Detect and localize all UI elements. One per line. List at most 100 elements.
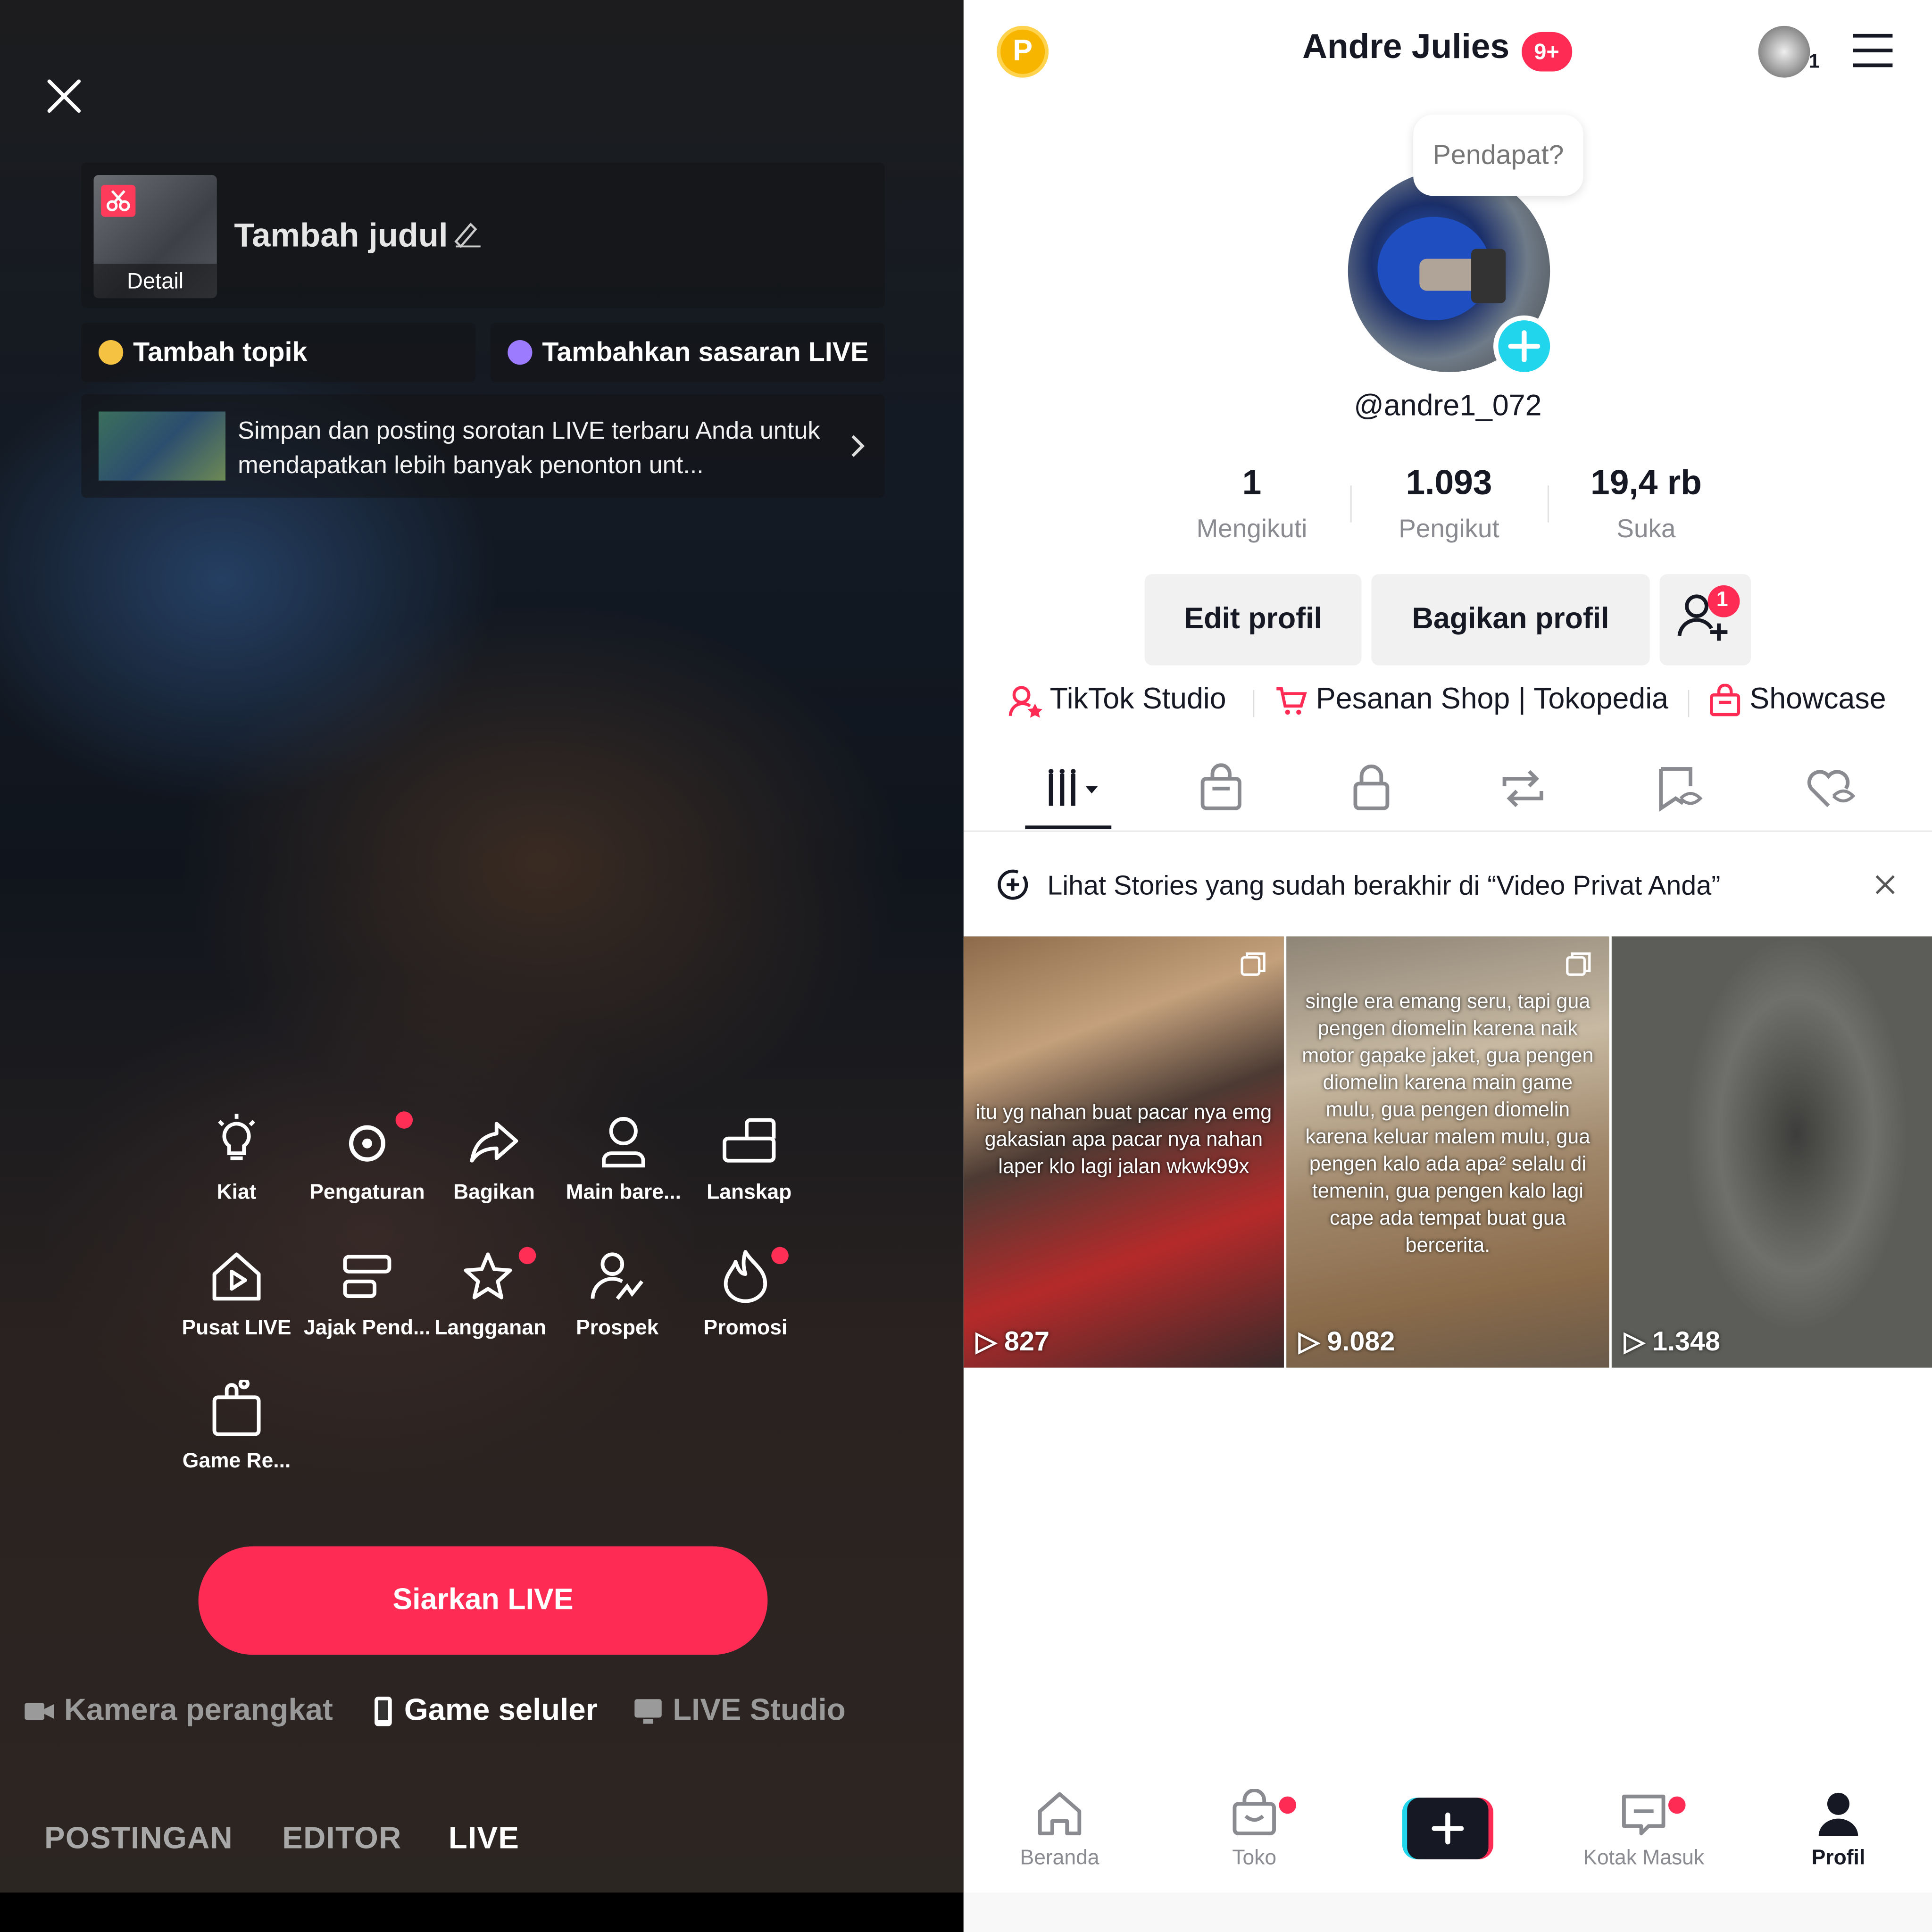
stat-label: Suka xyxy=(1616,515,1676,543)
videos-grid-tab-icon[interactable] xyxy=(1044,761,1100,816)
video-thumbnail[interactable]: itu yg nahan buat pacar nya emg gakasian… xyxy=(963,936,1284,1368)
mode-tab-live[interactable]: LIVE xyxy=(449,1821,519,1857)
prospect-icon xyxy=(591,1252,644,1300)
edit-profile-button[interactable]: Edit profil xyxy=(1144,574,1362,666)
tool-settings[interactable]: Pengaturan xyxy=(300,1111,435,1230)
tool-share[interactable]: Bagikan xyxy=(426,1111,562,1230)
chevron-right-icon xyxy=(851,435,865,457)
private-lock-tab-icon[interactable] xyxy=(1343,761,1399,816)
tool-subscription[interactable]: Langganan xyxy=(423,1247,558,1366)
star-subscribe-icon xyxy=(464,1252,512,1299)
go-live-button[interactable]: Siarkan LIVE xyxy=(198,1546,768,1655)
mode-tab-editor[interactable]: EDITOR xyxy=(282,1821,401,1857)
add-topic-label: Tambah topik xyxy=(133,336,308,367)
live-setup-panel: Detail Tambah judul Tambah topik Tambahk… xyxy=(0,0,964,1932)
video-thumbnail[interactable]: single era emang seru, tapi gua pengen d… xyxy=(1286,936,1609,1368)
multi-photo-icon xyxy=(1566,952,1591,976)
create-post-button[interactable] xyxy=(1402,1798,1494,1859)
liked-hidden-tab-icon[interactable] xyxy=(1801,761,1858,816)
tool-label: Pusat LIVE xyxy=(182,1316,291,1340)
tool-play-together[interactable]: Main bare... xyxy=(556,1111,691,1230)
view-count: ▷ 827 xyxy=(976,1326,1049,1358)
nav-label: Toko xyxy=(1232,1846,1277,1869)
account-count: 1 xyxy=(1808,51,1820,73)
link-divider xyxy=(1253,690,1255,717)
person-icon xyxy=(602,1116,645,1168)
add-topic-chip[interactable]: Tambah topik xyxy=(81,323,476,382)
showcase-link[interactable]: Showcase xyxy=(1708,683,1886,718)
tool-promote[interactable]: Promosi xyxy=(678,1247,813,1366)
expired-stories-banner[interactable]: Lihat Stories yang sudah berakhir di “Vi… xyxy=(964,858,1932,914)
source-mobile-game[interactable]: Game seluler xyxy=(372,1693,598,1729)
multi-photo-icon xyxy=(1241,952,1266,976)
stat-label: Mengikuti xyxy=(1196,515,1307,543)
source-live-studio[interactable]: LIVE Studio xyxy=(633,1693,846,1729)
add-friends-button[interactable]: 1 xyxy=(1659,574,1751,666)
tool-landscape[interactable]: Lanskap xyxy=(682,1111,817,1230)
stat-likes[interactable]: 19,4 rb Suka xyxy=(1548,463,1745,544)
cover-thumbnail[interactable]: Detail xyxy=(93,175,217,299)
tool-game-rewards[interactable]: Game Re... xyxy=(169,1380,304,1499)
tool-label: Jajak Pend... xyxy=(303,1316,431,1340)
stat-label: Pengikut xyxy=(1399,515,1499,543)
opinion-bubble[interactable]: Pendapat? xyxy=(1413,114,1583,196)
live-goal-chip[interactable]: Tambahkan sasaran LIVE xyxy=(490,323,885,382)
highlight-promo-banner[interactable]: Simpan dan posting sorotan LIVE terbaru … xyxy=(81,394,885,498)
account-switcher-avatar[interactable] xyxy=(1758,25,1810,78)
friend-request-count: 1 xyxy=(1716,588,1728,611)
camera-icon xyxy=(25,1703,54,1721)
tool-live-center[interactable]: Pusat LIVE xyxy=(169,1247,304,1366)
tool-poll[interactable]: Jajak Pend... xyxy=(300,1247,435,1366)
nav-label: Beranda xyxy=(1020,1846,1099,1869)
tool-label: Bagikan xyxy=(453,1180,535,1204)
link-label: Showcase xyxy=(1749,683,1886,716)
nav-shop[interactable]: Toko xyxy=(1181,1789,1328,1870)
menu-icon[interactable] xyxy=(1851,32,1895,69)
link-label: TikTok Studio xyxy=(1049,683,1226,716)
system-nav-bar xyxy=(0,1892,964,1932)
share-arrow-icon xyxy=(470,1122,518,1163)
notification-dot xyxy=(518,1247,536,1265)
video-caption: single era emang seru, tapi gua pengen d… xyxy=(1302,991,1594,1257)
profile-panel: P Andre Julies 9+ 1 Pendapat? @andre1_07… xyxy=(963,0,1932,1932)
shop-orders-link[interactable]: Pesanan Shop | Tokopedia xyxy=(1274,683,1668,718)
nav-inbox[interactable]: Kotak Masuk xyxy=(1570,1789,1717,1870)
plus-icon xyxy=(1432,1812,1464,1845)
promo-thumbnail xyxy=(98,411,226,481)
close-icon[interactable] xyxy=(1873,872,1898,897)
view-count-value: 9.082 xyxy=(1327,1325,1395,1357)
tool-prospect[interactable]: Prospek xyxy=(550,1247,685,1366)
nav-home[interactable]: Beranda xyxy=(986,1789,1133,1870)
plus-icon xyxy=(1508,330,1541,362)
live-title-input[interactable]: Tambah judul xyxy=(234,217,448,255)
close-icon[interactable] xyxy=(42,74,86,118)
profile-username[interactable]: Andre Julies xyxy=(1302,27,1509,67)
play-icon: ▷ xyxy=(975,1325,1005,1357)
nav-label: Profil xyxy=(1811,1846,1865,1869)
stat-following[interactable]: 1 Mengikuti xyxy=(1153,463,1350,544)
notification-dot xyxy=(395,1111,413,1129)
live-goal-label: Tambahkan sasaran LIVE xyxy=(542,336,869,367)
tiktok-studio-link[interactable]: TikTok Studio xyxy=(1008,683,1226,718)
mode-tab-post[interactable]: POSTINGAN xyxy=(44,1821,233,1857)
nav-profile[interactable]: Profil xyxy=(1765,1789,1912,1870)
play-icon: ▷ xyxy=(1299,1325,1327,1357)
share-profile-button[interactable]: Bagikan profil xyxy=(1371,574,1650,666)
coin-icon[interactable]: P xyxy=(997,25,1049,78)
repost-tab-icon[interactable] xyxy=(1495,761,1551,816)
tool-tips[interactable]: Kiat xyxy=(169,1111,304,1230)
tool-label: Kiat xyxy=(217,1180,257,1204)
cover-detail-label: Detail xyxy=(93,264,217,299)
add-story-button[interactable] xyxy=(1493,315,1555,377)
home-icon xyxy=(1038,1792,1082,1835)
saved-hidden-tab-icon[interactable] xyxy=(1649,761,1705,816)
video-thumbnail[interactable]: ▷ 1.348 xyxy=(1611,936,1932,1368)
tool-label: Main bare... xyxy=(566,1180,681,1204)
poll-icon xyxy=(343,1255,391,1298)
shop-tab-icon[interactable] xyxy=(1193,761,1249,816)
edit-pencil-icon[interactable] xyxy=(451,217,483,249)
create-button-base xyxy=(1407,1798,1489,1859)
stat-followers[interactable]: 1.093 Pengikut xyxy=(1350,463,1548,544)
view-count: ▷ 1.348 xyxy=(1624,1326,1720,1358)
source-device-camera[interactable]: Kamera perangkat xyxy=(25,1693,333,1729)
